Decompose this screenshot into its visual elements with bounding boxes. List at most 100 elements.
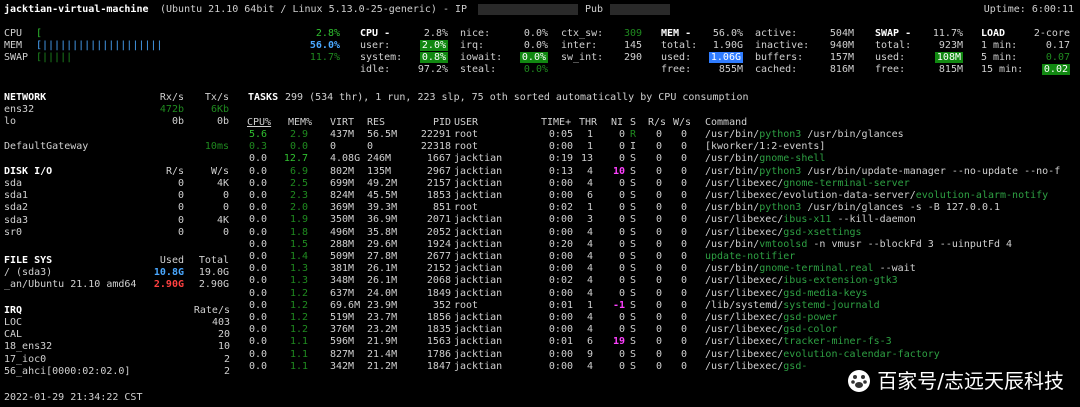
col-pid[interactable]: PID xyxy=(425,117,451,129)
process-row[interactable]: 0.0 2.3 824M 45.5M 1853 jacktian 0:00 6 0 S 0 0/usr… xyxy=(0,190,1080,202)
proc-res: 26.1M xyxy=(367,263,398,275)
proc-thr: 4 xyxy=(586,226,593,238)
mem-title: MEM - xyxy=(661,28,692,39)
col-ws[interactable]: W/s xyxy=(673,117,691,129)
proc-cpu: 0.0 xyxy=(248,165,267,177)
process-row[interactable]: 0.0 1.4 509M 27.8M 2677 jacktian 0:00 4 0 S 0 0 upda… xyxy=(0,251,1080,263)
col-command[interactable]: Command xyxy=(705,117,747,129)
mem-free-value: 855M xyxy=(718,64,743,75)
process-row[interactable]: 0.3 0.0 0 0 22318 root 0:00 1 0 I 0 0 [kworker/1:2-e… xyxy=(0,141,1080,153)
load-15min-label: 15 min: xyxy=(981,64,1024,75)
proc-user: jacktian xyxy=(454,214,503,226)
proc-command-name: python3 xyxy=(759,165,802,177)
col-time[interactable]: TIME+ xyxy=(541,117,571,129)
proc-res: 0 xyxy=(367,141,374,153)
proc-state: S xyxy=(630,275,637,287)
process-row[interactable]: 0.0 12.7 4.08G 246M 1667 jacktian 0:19 13 0 S 0 0/u… xyxy=(0,153,1080,165)
proc-ni: -1 xyxy=(612,299,625,311)
process-row[interactable]: 0.0 1.3 381M 26.1M 2152 jacktian 0:00 4 0 S 0 0/usr… xyxy=(0,263,1080,275)
process-row[interactable]: 5.6 2.9 437M 56.5M 22291 root 0:05 1 0 R 0 0/usr/bi… xyxy=(0,129,1080,141)
col-ni[interactable]: NI xyxy=(611,117,623,129)
proc-res: 21.2M xyxy=(367,360,398,372)
col-user[interactable]: USER xyxy=(454,117,478,129)
proc-res: 27.8M xyxy=(367,251,398,262)
proc-cpu: 0.0 xyxy=(248,336,267,348)
process-row[interactable]: 0.0 2.0 369M 39.3M 851 root 0:02 1 0 S 0 0/usr/bin/… xyxy=(0,202,1080,214)
process-row[interactable]: 0.0 1.9 350M 36.9M 2071 jacktian 0:00 3 0 S 0 0/usr… xyxy=(0,214,1080,226)
col-rs[interactable]: R/s xyxy=(648,117,666,129)
proc-user: jacktian xyxy=(454,312,503,323)
proc-mem: 1.1 xyxy=(289,348,308,360)
col-thr[interactable]: THR xyxy=(579,117,597,129)
proc-command-path: /usr/libexec/ xyxy=(705,348,784,360)
proc-virt: 342M xyxy=(330,360,355,372)
proc-ni: 0 xyxy=(618,275,625,287)
proc-command-name: update-notifier xyxy=(705,251,796,262)
cpu-total: 2.8% xyxy=(423,28,448,39)
process-row[interactable]: 0.0 1.1 827M 21.4M 1786 jacktian 0:00 9 0 S 0 0/usr… xyxy=(0,349,1080,361)
proc-command: /usr/bin/vmtoolsd -n vmusr --blockFd 3 -… xyxy=(705,239,1012,251)
pub-ip-redacted xyxy=(610,4,670,15)
proc-rs: 0 xyxy=(655,275,662,287)
ql-mem-bar: [|||||||||||||||||||| xyxy=(36,40,163,51)
proc-time: 0:05 xyxy=(548,129,573,140)
process-row[interactable]: 0.0 1.2 69.6M 23.9M 352 root 0:01 1 -1 S 0 0/lib/sy… xyxy=(0,300,1080,312)
proc-rs: 0 xyxy=(655,141,662,153)
proc-command: /lib/systemd/systemd-journald xyxy=(705,300,880,312)
proc-ws: 0 xyxy=(680,360,687,372)
col-mem[interactable]: MEM% xyxy=(288,117,312,129)
process-row[interactable]: 0.0 1.2 637M 24.0M 1849 jacktian 0:00 4 0 S 0 0/usr… xyxy=(0,288,1080,300)
process-row[interactable]: 0.0 1.2 376M 23.2M 1835 jacktian 0:00 4 0 S 0 0/usr… xyxy=(0,324,1080,336)
process-row[interactable]: 0.0 2.5 699M 49.2M 2157 jacktian 0:00 4 0 S 0 0/usr… xyxy=(0,178,1080,190)
col-virt[interactable]: VIRT xyxy=(330,117,354,129)
proc-user: jacktian xyxy=(454,360,503,372)
proc-mem: 2.5 xyxy=(289,177,308,189)
proc-mem: 1.3 xyxy=(289,275,308,287)
proc-command-path: /usr/libexec/ xyxy=(705,287,784,299)
mem-buffers-value: 157M xyxy=(829,52,854,63)
proc-pid: 1835 xyxy=(426,324,451,336)
proc-command: /usr/libexec/evolution-data-server/evolu… xyxy=(705,190,1048,202)
process-row[interactable]: 0.0 6.9 802M 135M 2967 jacktian 0:13 4 10 S 0 0/usr… xyxy=(0,166,1080,178)
proc-ni: 0 xyxy=(618,287,625,299)
ql-mem-label: MEM xyxy=(4,40,23,51)
cpu-inter-value: 145 xyxy=(623,40,642,51)
proc-ws: 0 xyxy=(680,177,687,189)
proc-rs: 0 xyxy=(655,226,662,238)
proc-virt: 596M xyxy=(330,336,355,348)
swap-free-label: free: xyxy=(875,64,906,75)
proc-res: 49.2M xyxy=(367,177,398,189)
col-cpu[interactable]: CPU% xyxy=(247,117,271,129)
proc-res: 29.6M xyxy=(367,238,398,250)
proc-pid: 1667 xyxy=(426,153,451,165)
proc-mem: 2.0 xyxy=(289,202,308,214)
proc-pid: 22318 xyxy=(420,141,451,153)
proc-time: 0:20 xyxy=(548,238,573,250)
col-s[interactable]: S xyxy=(630,117,636,129)
proc-time: 0:01 xyxy=(548,336,573,348)
proc-virt: 637M xyxy=(330,287,355,299)
process-row[interactable]: 0.0 1.8 496M 35.8M 2052 jacktian 0:00 4 0 S 0 0/usr… xyxy=(0,227,1080,239)
proc-ni: 0 xyxy=(618,312,625,323)
network-rx-header: Rx/s xyxy=(159,92,184,103)
proc-virt: 4.08G xyxy=(330,153,361,165)
tasks-label: TASKS xyxy=(248,92,279,103)
proc-command-args: --kill-daemon xyxy=(831,214,916,226)
proc-user: jacktian xyxy=(454,165,503,177)
proc-ws: 0 xyxy=(680,263,687,275)
proc-cpu: 0.0 xyxy=(248,226,267,238)
mem-cached-label: cached: xyxy=(755,64,798,75)
proc-command-name: gsd-xsettings xyxy=(783,226,862,238)
proc-user: jacktian xyxy=(454,287,503,299)
col-res[interactable]: RES xyxy=(367,117,385,129)
cpu-swint-label: sw_int: xyxy=(561,52,604,63)
proc-ws: 0 xyxy=(680,238,687,250)
proc-pid: 352 xyxy=(432,299,451,311)
proc-command-path: /usr/libexec/ xyxy=(705,275,784,287)
process-row[interactable]: 0.0 1.1 596M 21.9M 1563 jacktian 0:01 6 19 S 0 0/us… xyxy=(0,336,1080,348)
process-row[interactable]: 0.0 1.3 348M 26.1M 2068 jacktian 0:02 4 0 S 0 0/usr… xyxy=(0,275,1080,287)
process-row[interactable]: 0.0 1.5 288M 29.6M 1924 jacktian 0:20 4 0 S 0 0/usr… xyxy=(0,239,1080,251)
proc-command-args: /usr/bin/update-manager --no-update --no… xyxy=(801,165,1061,177)
process-row[interactable]: 0.0 1.2 519M 23.7M 1856 jacktian 0:00 4 0 S 0 0/usr… xyxy=(0,312,1080,324)
proc-state: S xyxy=(630,348,637,360)
